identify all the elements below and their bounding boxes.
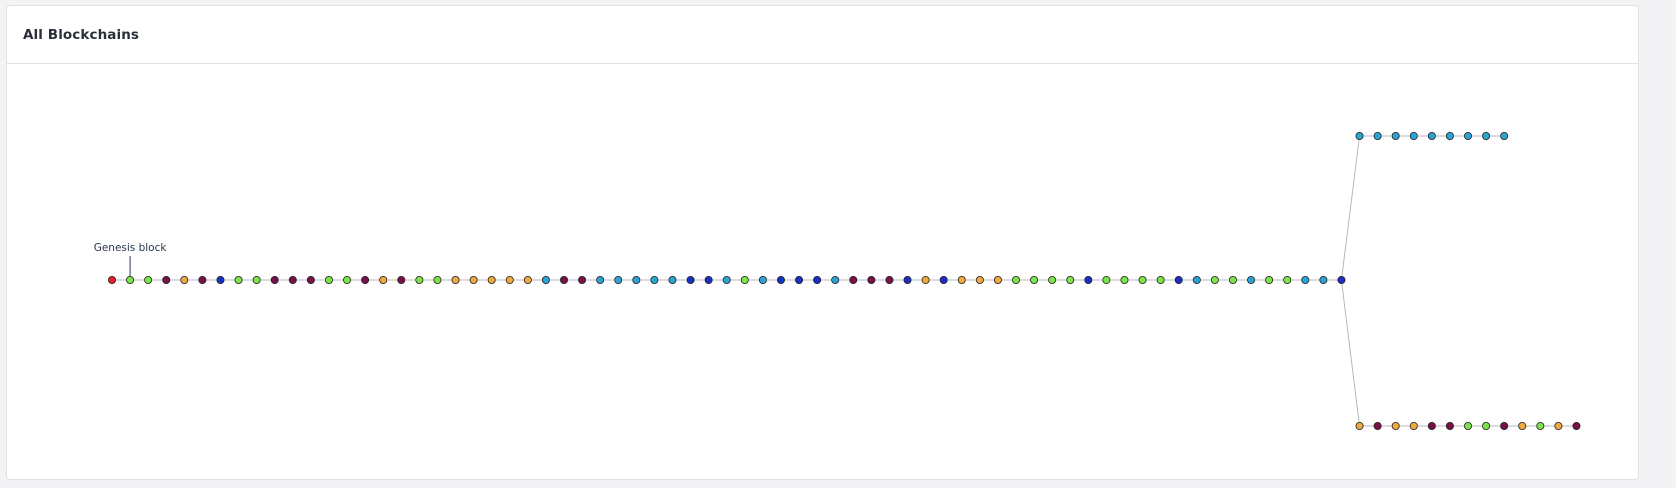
block-node[interactable] [1192, 275, 1201, 284]
block-node[interactable] [288, 275, 297, 284]
block-node[interactable] [433, 275, 442, 284]
block-node[interactable] [1012, 275, 1021, 284]
block-node[interactable] [614, 275, 623, 284]
block-node[interactable] [957, 275, 966, 284]
block-node[interactable] [686, 275, 695, 284]
lower-fork-block-node[interactable] [1391, 421, 1400, 430]
block-node[interactable] [415, 275, 424, 284]
lower-fork-block-node[interactable] [1427, 421, 1436, 430]
lower-fork-block-node[interactable] [1536, 421, 1545, 430]
block-node[interactable] [795, 275, 804, 284]
block-node[interactable] [1048, 275, 1057, 284]
lower-fork-block-node[interactable] [1500, 421, 1509, 430]
lower-fork-block-node[interactable] [1373, 421, 1382, 430]
genesis-annotation: Genesis block [94, 242, 168, 277]
block-node[interactable] [1228, 275, 1237, 284]
lower-fork-block-node[interactable] [1482, 421, 1491, 430]
lower-fork-block-node[interactable] [1355, 421, 1364, 430]
block-node[interactable] [487, 275, 496, 284]
block-node[interactable] [1156, 275, 1165, 284]
block-node[interactable] [1283, 275, 1292, 284]
block-node[interactable] [505, 275, 514, 284]
genesis-label: Genesis block [94, 242, 168, 254]
block-node[interactable] [758, 275, 767, 284]
block-node[interactable] [1301, 275, 1310, 284]
block-node[interactable] [361, 275, 370, 284]
block-node[interactable] [1066, 275, 1075, 284]
lower-fork-block-node[interactable] [1572, 421, 1581, 430]
lower-fork-block-node[interactable] [1409, 421, 1418, 430]
block-node[interactable] [162, 275, 171, 284]
block-node[interactable] [126, 275, 135, 284]
block-node[interactable] [903, 275, 912, 284]
fork-edge-lower [1340, 279, 1361, 427]
block-node[interactable] [108, 275, 117, 284]
block-node[interactable] [324, 275, 333, 284]
block-node[interactable] [596, 275, 605, 284]
block-node[interactable] [1210, 275, 1219, 284]
upper-fork-block-node[interactable] [1482, 131, 1491, 140]
block-node[interactable] [144, 275, 153, 284]
lower-fork-block-node[interactable] [1464, 421, 1473, 430]
block-node[interactable] [1102, 275, 1111, 284]
block-node[interactable] [198, 275, 207, 284]
block-node[interactable] [975, 275, 984, 284]
block-node[interactable] [180, 275, 189, 284]
block-node[interactable] [740, 275, 749, 284]
block-node[interactable] [578, 275, 587, 284]
block-node[interactable] [560, 275, 569, 284]
block-node[interactable] [1084, 275, 1093, 284]
block-node[interactable] [776, 275, 785, 284]
blockchain-graph: Genesis block [94, 131, 1581, 430]
block-node[interactable] [469, 275, 478, 284]
block-node[interactable] [1265, 275, 1274, 284]
lower-fork-block-node[interactable] [1554, 421, 1563, 430]
block-node[interactable] [451, 275, 460, 284]
block-node[interactable] [1138, 275, 1147, 284]
block-node[interactable] [831, 275, 840, 284]
block-node[interactable] [379, 275, 388, 284]
upper-fork-block-node[interactable] [1500, 131, 1509, 140]
block-node[interactable] [1030, 275, 1039, 284]
block-node[interactable] [541, 275, 550, 284]
block-node[interactable] [632, 275, 641, 284]
block-node[interactable] [252, 275, 261, 284]
upper-fork-block-node[interactable] [1409, 131, 1418, 140]
block-node[interactable] [1174, 275, 1183, 284]
upper-fork-block-node[interactable] [1373, 131, 1382, 140]
block-node[interactable] [650, 275, 659, 284]
fork-edge-upper [1340, 135, 1361, 281]
block-node[interactable] [921, 275, 930, 284]
upper-fork-block-node[interactable] [1391, 131, 1400, 140]
block-node[interactable] [1247, 275, 1256, 284]
block-node[interactable] [885, 275, 894, 284]
upper-fork-block-node[interactable] [1464, 131, 1473, 140]
block-node[interactable] [1319, 275, 1328, 284]
block-node[interactable] [722, 275, 731, 284]
block-node[interactable] [939, 275, 948, 284]
chain-nodes [108, 131, 1581, 430]
block-node[interactable] [234, 275, 243, 284]
block-node[interactable] [216, 275, 225, 284]
block-node[interactable] [397, 275, 406, 284]
upper-fork-block-node[interactable] [1355, 131, 1364, 140]
block-node[interactable] [993, 275, 1002, 284]
lower-fork-block-node[interactable] [1518, 421, 1527, 430]
upper-fork-block-node[interactable] [1427, 131, 1436, 140]
block-node[interactable] [1337, 275, 1346, 284]
block-node[interactable] [813, 275, 822, 284]
block-node[interactable] [306, 275, 315, 284]
block-node[interactable] [270, 275, 279, 284]
block-node[interactable] [668, 275, 677, 284]
lower-fork-block-node[interactable] [1445, 421, 1454, 430]
block-node[interactable] [849, 275, 858, 284]
block-node[interactable] [704, 275, 713, 284]
block-node[interactable] [343, 275, 352, 284]
block-node[interactable] [523, 275, 532, 284]
upper-fork-block-node[interactable] [1445, 131, 1454, 140]
block-node[interactable] [867, 275, 876, 284]
block-node[interactable] [1120, 275, 1129, 284]
